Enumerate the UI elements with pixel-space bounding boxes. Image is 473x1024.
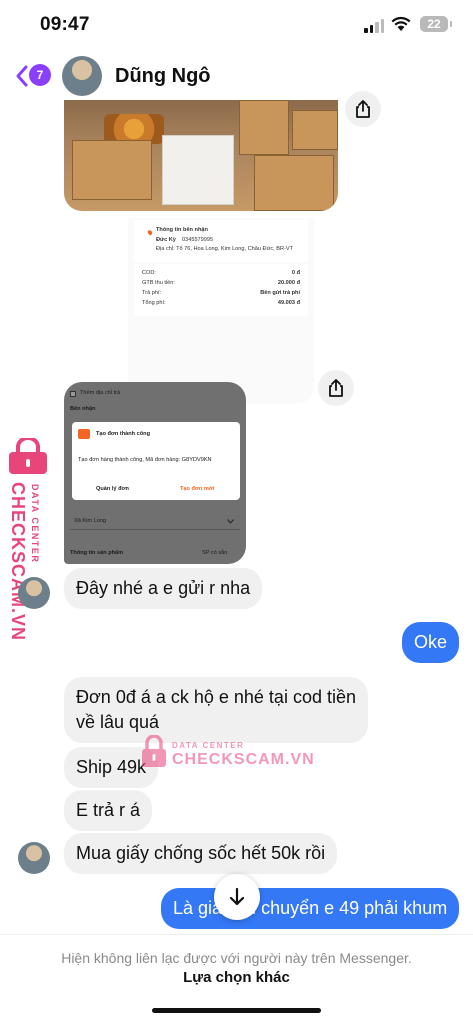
watermark-tagline: DATA CENTER (172, 741, 245, 750)
app-logo-icon (78, 429, 90, 439)
location-pin-icon (146, 229, 154, 236)
section-receiver: Bên nhận (70, 406, 96, 412)
receipt-recipient-card: Thông tin bên nhận Đức Kỳ 0345579995 Địa… (134, 220, 308, 262)
watermark-center: DATA CENTER CHECKSCAM.VN (140, 733, 314, 773)
photo-detail-box (292, 110, 338, 150)
receipt-row-value: 0 đ (291, 270, 300, 276)
receipt-recipient-phone: 0345579995 (182, 237, 214, 243)
receipt-row-value: Bên gửi trả phí (260, 290, 300, 296)
message-line: Đơn 0đ á a ck hộ e nhé tại cod tiền (76, 687, 356, 707)
receipt-row-label: Trả phí: (142, 290, 162, 296)
receipt-row-label: Tổng phí: (142, 300, 166, 306)
cellular-signal-icon (364, 19, 384, 33)
receipt-section-title: Thông tin bên nhận (156, 227, 208, 233)
photo-detail-box (239, 100, 289, 155)
photo-detail-box (254, 155, 334, 211)
share-icon (329, 379, 343, 397)
watermark-tagline: DATA CENTER (30, 484, 40, 564)
watermark-brand: CHECKSCAM.VN (8, 482, 28, 642)
contact-avatar[interactable] (62, 56, 102, 96)
lock-icon (142, 735, 166, 767)
photo-message-order-created[interactable]: Thêm địa chỉ trả Bên nhận Tạo đơn thành … (64, 382, 246, 564)
unread-count-badge[interactable]: 7 (29, 64, 51, 86)
conversation-header: 7 Dũng Ngô (0, 50, 473, 100)
unavailable-notice: Hiện không liên lạc được với người này t… (61, 950, 412, 966)
photo-detail-white-box (162, 135, 234, 205)
message-bubble-incoming[interactable]: E trả r á (64, 790, 153, 831)
share-button[interactable] (318, 370, 354, 406)
receipt-row-label: GTB thu tiền: (142, 280, 175, 286)
watermark-brand: CHECKSCAM.VN (172, 751, 315, 768)
message-bubble-incoming[interactable]: Đây nhé a e gửi r nha (64, 568, 263, 609)
contact-name[interactable]: Dũng Ngô (115, 65, 211, 88)
battery-indicator: 22 (420, 16, 452, 32)
checkbox-icon (70, 391, 76, 397)
success-dialog: Tạo đơn thành công Tạo đơn hàng thành cô… (72, 422, 240, 500)
other-options-button[interactable]: Lựa chọn khác (0, 969, 473, 986)
products-label: Thông tin sản phẩm (70, 550, 124, 556)
photo-detail-box (72, 140, 152, 200)
products-action: SP có sẵn (202, 550, 228, 556)
contact-avatar-small[interactable] (18, 577, 50, 609)
share-button[interactable] (345, 91, 381, 127)
home-indicator[interactable] (152, 1008, 321, 1013)
status-bar: 09:47 22 (0, 0, 473, 50)
chevron-down-icon (227, 519, 234, 524)
dialog-message: Tạo đơn hàng thành công, Mã đơn hàng: G8… (78, 457, 212, 463)
message-bubble-outgoing[interactable]: Oke (402, 622, 460, 663)
message-line: về lâu quá (76, 712, 160, 732)
receipt-row-value: 20.000 đ (277, 280, 300, 286)
photo-message-receipt[interactable]: Thông tin bên nhận Đức Kỳ 0345579995 Địa… (128, 218, 314, 404)
dialog-right-button: Tạo đơn mới (180, 486, 215, 492)
arrow-down-icon (229, 887, 245, 906)
share-icon (356, 100, 370, 118)
lock-icon (9, 438, 47, 474)
wifi-icon (391, 16, 411, 31)
ward-dropdown: Xã Kim Long (70, 514, 240, 530)
contact-avatar-small[interactable] (18, 842, 50, 874)
receipt-fee-card: COD: 0 đ GTB thu tiền: 20.000 đ Trả phí:… (134, 264, 308, 316)
dropdown-value: Xã Kim Long (74, 518, 107, 524)
message-bubble-incoming[interactable]: Mua giấy chống sốc hết 50k rồi (64, 833, 338, 874)
checkbox-label: Thêm địa chỉ trả (80, 390, 121, 396)
receipt-row-value: 49.003 đ (277, 300, 300, 306)
status-time: 09:47 (40, 14, 90, 35)
message-bubble-outgoing[interactable]: Là giá vận chuyển e 49 phải khum (161, 888, 460, 929)
receipt-row-label: COD: (142, 270, 156, 276)
dialog-left-button: Quản lý đơn (96, 486, 129, 492)
scroll-to-bottom-button[interactable] (214, 874, 260, 920)
receipt-address: Địa chỉ: Tổ 76, Hoa Long, Kim Long, Châu… (156, 246, 294, 252)
chevron-left-icon[interactable] (14, 64, 30, 88)
receipt-recipient-name: Đức Kỳ (156, 237, 176, 243)
dialog-title: Tạo đơn thành công (96, 431, 151, 437)
photo-message-boxes[interactable] (64, 100, 338, 211)
